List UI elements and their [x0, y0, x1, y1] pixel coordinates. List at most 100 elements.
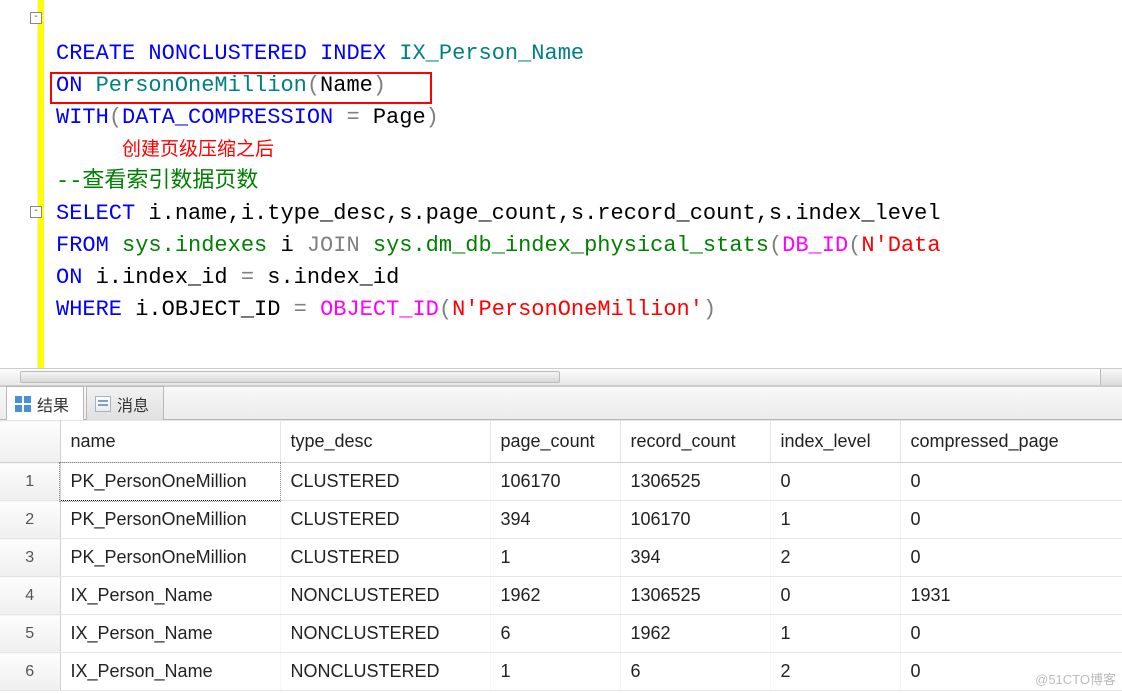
- cell-index-level[interactable]: 0: [770, 577, 900, 615]
- sql-editor[interactable]: - - CREATE NONCLUSTERED INDEX IX_Person_…: [0, 0, 1122, 368]
- string-literal: 'Data: [875, 233, 941, 258]
- cell-page-count[interactable]: 394: [490, 501, 620, 539]
- rownum-cell[interactable]: 4: [0, 577, 60, 615]
- cell-type-desc[interactable]: NONCLUSTERED: [280, 577, 490, 615]
- col-compressed[interactable]: compressed_page: [900, 421, 1122, 463]
- rownum-header: [0, 421, 60, 463]
- cell-compressed[interactable]: 0: [900, 501, 1122, 539]
- keyword: CREATE: [56, 41, 135, 66]
- n-prefix: N: [861, 233, 874, 258]
- cell-page-count[interactable]: 1: [490, 653, 620, 691]
- n-prefix: N: [452, 297, 465, 322]
- cell-name[interactable]: PK_PersonOneMillion: [60, 539, 280, 577]
- rownum-cell[interactable]: 2: [0, 501, 60, 539]
- select-list: i.name,i.type_desc,s.page_count,s.record…: [135, 201, 940, 226]
- keyword: WHERE: [56, 297, 122, 322]
- string-literal: 'PersonOneMillion': [465, 297, 703, 322]
- cell-type-desc[interactable]: CLUSTERED: [280, 463, 490, 501]
- comment: --查看索引数据页数: [56, 169, 258, 194]
- cell-name[interactable]: IX_Person_Name: [60, 653, 280, 691]
- table-row[interactable]: 1PK_PersonOneMillionCLUSTERED10617013065…: [0, 463, 1122, 501]
- cell-record-count[interactable]: 6: [620, 653, 770, 691]
- cell-record-count[interactable]: 1306525: [620, 463, 770, 501]
- cell-index-level[interactable]: 1: [770, 615, 900, 653]
- splitter-handle[interactable]: [1100, 369, 1122, 385]
- cell-compressed[interactable]: 0: [900, 539, 1122, 577]
- tab-messages[interactable]: 消息: [86, 386, 164, 420]
- keyword: ON: [56, 265, 82, 290]
- rownum-cell[interactable]: 1: [0, 463, 60, 501]
- col-record-count[interactable]: record_count: [620, 421, 770, 463]
- table-row[interactable]: 2PK_PersonOneMillionCLUSTERED39410617010: [0, 501, 1122, 539]
- scrollbar-thumb[interactable]: [20, 371, 560, 383]
- paren: ): [426, 105, 439, 130]
- col-index-level[interactable]: index_level: [770, 421, 900, 463]
- cell-name[interactable]: IX_Person_Name: [60, 615, 280, 653]
- keyword: JOIN: [307, 233, 360, 258]
- watermark: @51CTO博客: [1035, 669, 1116, 688]
- cell-index-level[interactable]: 1: [770, 501, 900, 539]
- cell-record-count[interactable]: 106170: [620, 501, 770, 539]
- fold-icon[interactable]: -: [30, 206, 42, 218]
- cell-compressed[interactable]: 1931: [900, 577, 1122, 615]
- paren: ): [373, 73, 386, 98]
- table-name: PersonOneMillion: [96, 73, 307, 98]
- header-row: name type_desc page_count record_count i…: [0, 421, 1122, 463]
- paren: (: [307, 73, 320, 98]
- keyword: ON: [56, 73, 82, 98]
- eq: =: [333, 105, 373, 130]
- cell-compressed[interactable]: 0: [900, 463, 1122, 501]
- col-name[interactable]: name: [60, 421, 280, 463]
- keyword: SELECT: [56, 201, 135, 226]
- results-tabs: 结果 消息: [0, 386, 1122, 420]
- fold-icon[interactable]: -: [30, 12, 42, 24]
- option: DATA_COMPRESSION: [122, 105, 333, 130]
- cell-name[interactable]: IX_Person_Name: [60, 577, 280, 615]
- function: DB_ID: [782, 233, 848, 258]
- cell-page-count[interactable]: 6: [490, 615, 620, 653]
- keyword: NONCLUSTERED: [148, 41, 306, 66]
- tab-label: 结果: [37, 392, 69, 416]
- cell-page-count[interactable]: 1: [490, 539, 620, 577]
- cell-record-count[interactable]: 394: [620, 539, 770, 577]
- cell-index-level[interactable]: 0: [770, 463, 900, 501]
- index-name: IX_Person_Name: [399, 41, 584, 66]
- keyword: INDEX: [320, 41, 386, 66]
- cell-name[interactable]: PK_PersonOneMillion: [60, 501, 280, 539]
- cell-type-desc[interactable]: NONCLUSTERED: [280, 615, 490, 653]
- results-table[interactable]: name type_desc page_count record_count i…: [0, 420, 1122, 691]
- option-value: Page: [373, 105, 426, 130]
- cell-name[interactable]: PK_PersonOneMillion: [60, 463, 280, 501]
- col-page-count[interactable]: page_count: [490, 421, 620, 463]
- cell-page-count[interactable]: 1962: [490, 577, 620, 615]
- table-row[interactable]: 6IX_Person_NameNONCLUSTERED1620: [0, 653, 1122, 691]
- table-row[interactable]: 4IX_Person_NameNONCLUSTERED1962130652501…: [0, 577, 1122, 615]
- results-grid-icon: [15, 396, 31, 412]
- table-row[interactable]: 5IX_Person_NameNONCLUSTERED6196210: [0, 615, 1122, 653]
- cell-record-count[interactable]: 1962: [620, 615, 770, 653]
- cell-type-desc[interactable]: NONCLUSTERED: [280, 653, 490, 691]
- tab-label: 消息: [117, 392, 149, 416]
- cell-type-desc[interactable]: CLUSTERED: [280, 501, 490, 539]
- sys-object: sys.dm_db_index_physical_stats: [373, 233, 769, 258]
- rownum-cell[interactable]: 5: [0, 615, 60, 653]
- column: Name: [320, 73, 373, 98]
- tab-results[interactable]: 结果: [6, 386, 84, 420]
- sys-object: sys.indexes: [122, 233, 267, 258]
- messages-icon: [95, 396, 111, 412]
- table-row[interactable]: 3PK_PersonOneMillionCLUSTERED139420: [0, 539, 1122, 577]
- horizontal-scrollbar[interactable]: [0, 368, 1122, 386]
- rownum-cell[interactable]: 6: [0, 653, 60, 691]
- function: OBJECT_ID: [320, 297, 439, 322]
- cell-page-count[interactable]: 106170: [490, 463, 620, 501]
- code-block[interactable]: CREATE NONCLUSTERED INDEX IX_Person_Name…: [56, 6, 1122, 358]
- col-type-desc[interactable]: type_desc: [280, 421, 490, 463]
- cell-index-level[interactable]: 2: [770, 539, 900, 577]
- cell-record-count[interactable]: 1306525: [620, 577, 770, 615]
- annotation: 创建页级压缩之后: [122, 139, 274, 160]
- cell-type-desc[interactable]: CLUSTERED: [280, 539, 490, 577]
- cell-index-level[interactable]: 2: [770, 653, 900, 691]
- rownum-cell[interactable]: 3: [0, 539, 60, 577]
- cell-compressed[interactable]: 0: [900, 615, 1122, 653]
- results-grid[interactable]: name type_desc page_count record_count i…: [0, 420, 1122, 691]
